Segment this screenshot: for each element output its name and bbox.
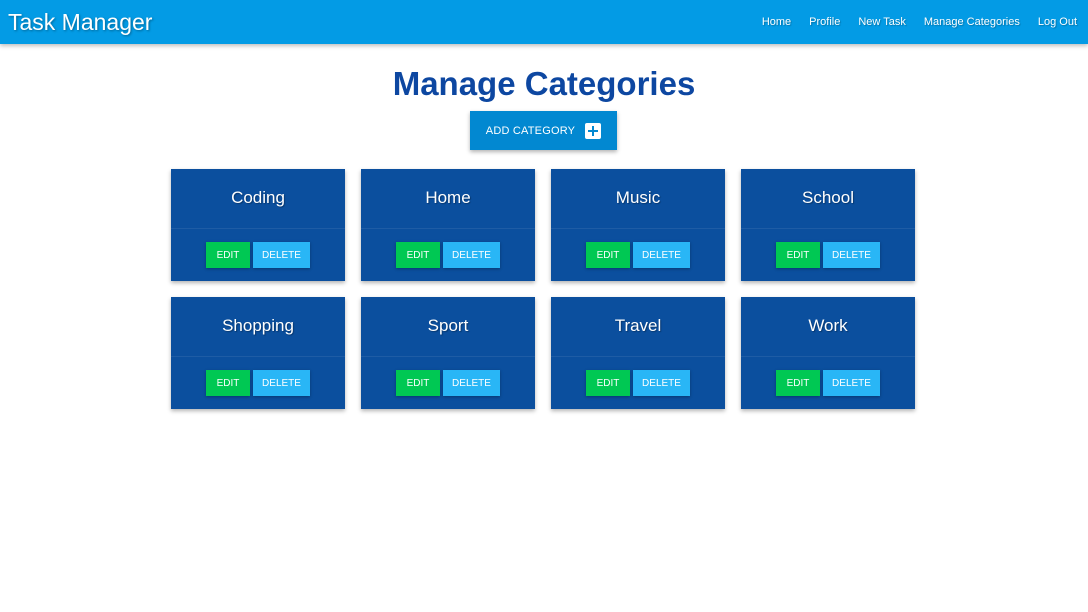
category-card: School EDIT DELETE (741, 169, 915, 281)
category-card: Home EDIT DELETE (361, 169, 535, 281)
category-name: Sport (361, 297, 535, 357)
delete-button[interactable]: DELETE (253, 370, 310, 396)
category-card: Travel EDIT DELETE (551, 297, 725, 409)
delete-button[interactable]: DELETE (823, 370, 880, 396)
category-name: Music (551, 169, 725, 229)
edit-button[interactable]: EDIT (586, 370, 630, 396)
edit-button[interactable]: EDIT (206, 242, 250, 268)
category-card: Shopping EDIT DELETE (171, 297, 345, 409)
category-name: Work (741, 297, 915, 357)
edit-button[interactable]: EDIT (396, 242, 440, 268)
brand-logo[interactable]: Task Manager (0, 9, 152, 36)
nav-link-home[interactable]: Home (762, 16, 791, 28)
category-name: Travel (551, 297, 725, 357)
card-actions: EDIT DELETE (741, 357, 915, 409)
nav-link-log-out[interactable]: Log Out (1038, 16, 1077, 28)
edit-button[interactable]: EDIT (206, 370, 250, 396)
category-card: Music EDIT DELETE (551, 169, 725, 281)
category-name: Home (361, 169, 535, 229)
nav-links: Home Profile New Task Manage Categories … (744, 16, 1088, 28)
card-actions: EDIT DELETE (741, 229, 915, 281)
nav-link-new-task[interactable]: New Task (858, 16, 905, 28)
card-actions: EDIT DELETE (171, 357, 345, 409)
nav-link-manage-categories[interactable]: Manage Categories (924, 16, 1020, 28)
card-actions: EDIT DELETE (171, 229, 345, 281)
delete-button[interactable]: DELETE (443, 370, 500, 396)
add-category-button[interactable]: ADD CATEGORY (470, 111, 617, 150)
card-actions: EDIT DELETE (361, 357, 535, 409)
page-title: Manage Categories (392, 65, 696, 102)
edit-button[interactable]: EDIT (396, 370, 440, 396)
delete-button[interactable]: DELETE (253, 242, 310, 268)
edit-button[interactable]: EDIT (586, 242, 630, 268)
category-card: Work EDIT DELETE (741, 297, 915, 409)
add-category-label: ADD CATEGORY (485, 124, 576, 137)
category-card: Coding EDIT DELETE (171, 169, 345, 281)
edit-button[interactable]: EDIT (776, 242, 820, 268)
card-actions: EDIT DELETE (551, 357, 725, 409)
category-name: Coding (171, 169, 345, 229)
plus-box-icon (585, 122, 602, 139)
card-actions: EDIT DELETE (361, 229, 535, 281)
delete-button[interactable]: DELETE (633, 242, 690, 268)
category-grid: Coding EDIT DELETE Home EDIT DELETE Musi… (171, 169, 916, 409)
card-actions: EDIT DELETE (551, 229, 725, 281)
category-card: Sport EDIT DELETE (361, 297, 535, 409)
delete-button[interactable]: DELETE (823, 242, 880, 268)
nav-link-profile[interactable]: Profile (809, 16, 840, 28)
category-name: Shopping (171, 297, 345, 357)
navbar: Task Manager Home Profile New Task Manag… (0, 0, 1088, 44)
edit-button[interactable]: EDIT (776, 370, 820, 396)
delete-button[interactable]: DELETE (443, 242, 500, 268)
delete-button[interactable]: DELETE (633, 370, 690, 396)
category-name: School (741, 169, 915, 229)
